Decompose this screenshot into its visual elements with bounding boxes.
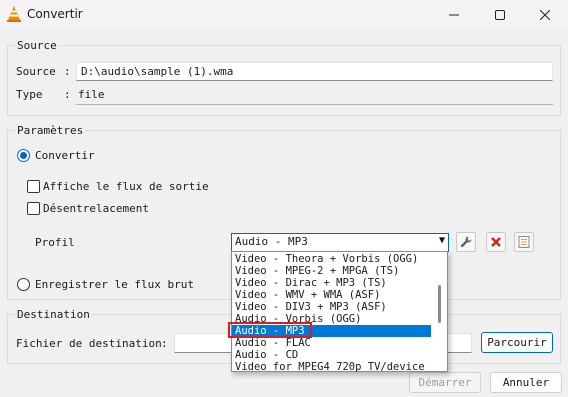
destination-legend: Destination	[15, 308, 92, 321]
destination-file-label: Fichier de destination	[16, 337, 162, 350]
profile-combobox[interactable]: Audio - MP3 ▼	[231, 233, 449, 252]
convert-radio[interactable]	[17, 149, 30, 162]
new-profile-button[interactable]	[514, 232, 534, 252]
title-bar: Convertir	[0, 0, 568, 29]
delete-profile-button[interactable]	[486, 232, 506, 252]
dropdown-option[interactable]: Video - Dirac + MP3 (TS)	[232, 277, 431, 289]
type-value: file	[78, 88, 105, 101]
show-output-checkbox[interactable]	[27, 180, 40, 193]
dump-raw-radio[interactable]	[17, 278, 30, 291]
minimize-icon	[449, 14, 459, 15]
deinterlace-checkbox[interactable]	[27, 202, 40, 215]
maximize-button[interactable]	[477, 0, 523, 29]
params-legend: Paramètres	[15, 124, 86, 137]
browse-button[interactable]: Parcourir	[481, 332, 553, 353]
close-icon	[540, 9, 550, 20]
convert-label: Convertir	[35, 149, 95, 162]
start-button[interactable]: Démarrer	[409, 372, 481, 393]
dump-raw-label: Enregistrer le flux brut	[35, 278, 194, 291]
dropdown-option[interactable]: Video - MPEG-2 + MPGA (TS)	[232, 265, 431, 277]
edit-profile-button[interactable]	[456, 232, 476, 252]
dropdown-scrollbar-thumb[interactable]	[438, 285, 441, 323]
type-label: Type	[16, 88, 43, 101]
close-button[interactable]	[522, 0, 568, 29]
new-profile-icon	[518, 236, 530, 248]
show-output-label: Affiche le flux de sortie	[43, 180, 209, 193]
delete-x-icon	[491, 237, 501, 247]
divider	[76, 104, 553, 105]
source-legend: Source	[15, 39, 59, 52]
window-title: Convertir	[27, 7, 83, 21]
highlight-annotation-box	[228, 322, 312, 338]
profile-dropdown-list[interactable]: Video - Theora + Vorbis (OGG) Video - MP…	[231, 251, 448, 373]
source-label: Source	[16, 65, 56, 78]
colon: :	[64, 65, 71, 78]
dropdown-option[interactable]: Audio - FLAC	[232, 337, 431, 349]
cancel-button[interactable]: Annuler	[490, 372, 562, 393]
vlc-cone-icon	[6, 5, 22, 23]
colon: :	[161, 337, 168, 350]
dropdown-option[interactable]: Video - Theora + Vorbis (OGG)	[232, 253, 431, 265]
dropdown-option[interactable]: Video for MPEG4 720p TV/device	[232, 361, 431, 373]
profile-label: Profil	[35, 236, 75, 249]
dropdown-option[interactable]: Video - WMV + WMA (ASF)	[232, 289, 431, 301]
profile-selected-value: Audio - MP3	[235, 235, 308, 248]
wrench-icon	[460, 236, 472, 248]
minimize-button[interactable]	[431, 0, 477, 29]
deinterlace-label: Désentrelacement	[43, 202, 149, 215]
colon: :	[64, 88, 71, 101]
dropdown-arrow-icon: ▼	[438, 235, 445, 246]
source-path-field[interactable]: D:\audio\sample (1).wma	[76, 62, 553, 81]
maximize-icon	[495, 9, 505, 20]
dropdown-option[interactable]: Audio - CD	[232, 349, 431, 361]
dropdown-option[interactable]: Video - DIV3 + MP3 (ASF)	[232, 301, 431, 313]
